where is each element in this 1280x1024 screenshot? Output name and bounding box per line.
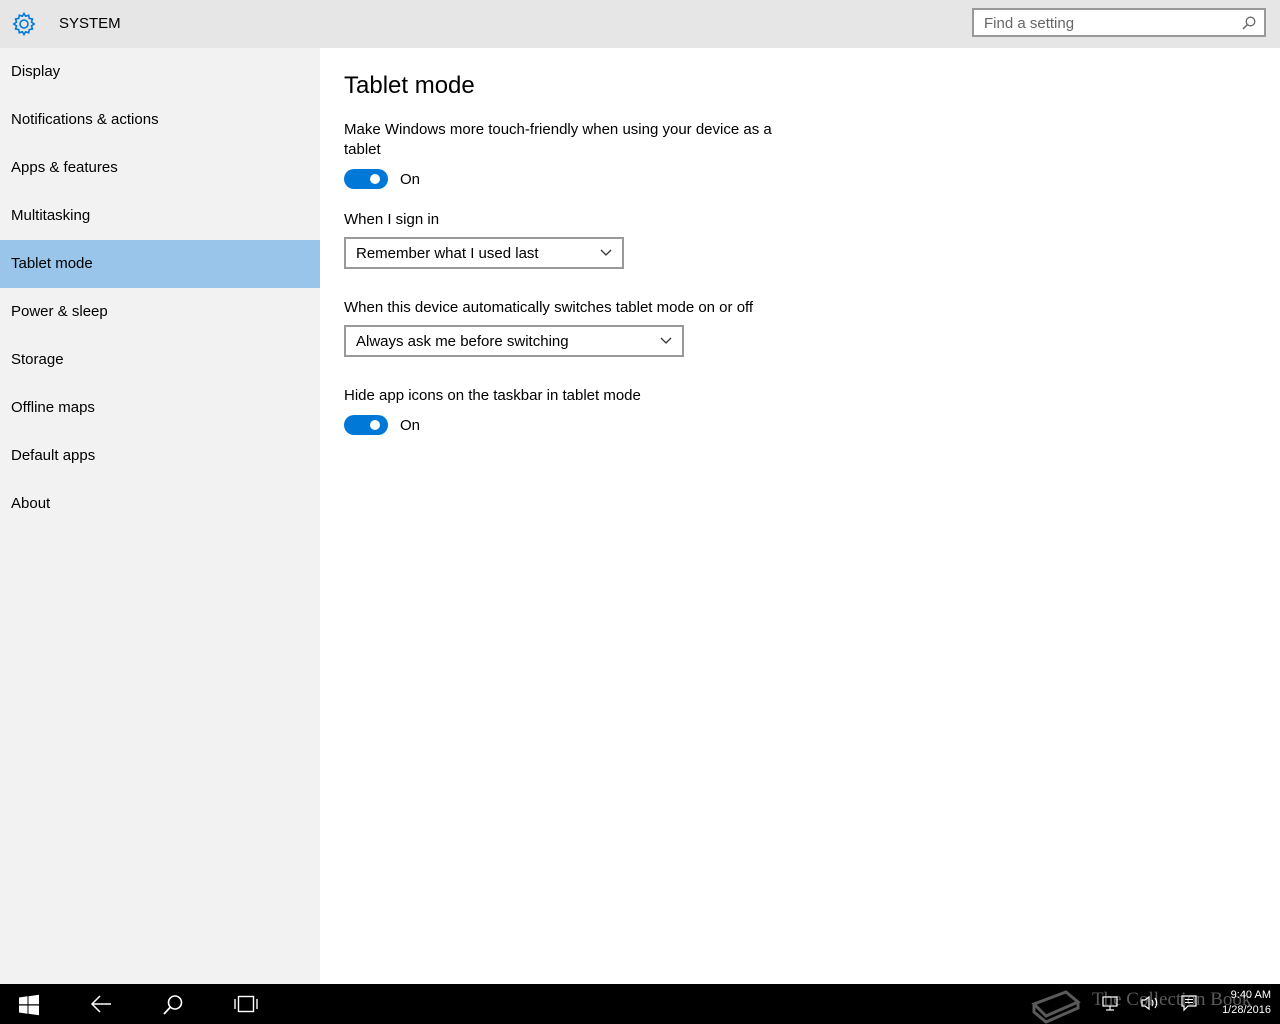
sign-in-dropdown[interactable]: Remember what I used last [344, 237, 624, 269]
main-content: Tablet mode Make Windows more touch-frie… [320, 48, 1280, 984]
app-title: SYSTEM [59, 15, 121, 32]
sidebar-item-power-sleep[interactable]: Power & sleep [0, 288, 320, 336]
clock[interactable]: 9:40 AM 1/28/2016 [1222, 988, 1271, 1018]
auto-switch-value: Always ask me before switching [356, 333, 569, 350]
gear-icon [12, 11, 36, 37]
sidebar-item-tablet-mode[interactable]: Tablet mode [0, 240, 320, 288]
hide-icons-toggle[interactable] [344, 415, 388, 435]
sidebar-item-offline-maps[interactable]: Offline maps [0, 384, 320, 432]
touch-friendly-toggle[interactable] [344, 169, 388, 189]
action-center-icon[interactable] [1180, 994, 1198, 1012]
sidebar-item-apps-features[interactable]: Apps & features [0, 144, 320, 192]
auto-switch-label: When this device automatically switches … [344, 299, 754, 316]
sidebar-item-default-apps[interactable]: Default apps [0, 432, 320, 480]
sign-in-label: When I sign in [344, 211, 440, 228]
title-bar: SYSTEM [0, 0, 1280, 48]
windows-logo-icon [19, 994, 39, 1016]
chevron-down-icon [600, 249, 612, 256]
search-input[interactable] [984, 15, 1234, 32]
hide-icons-label: Hide app icons on the taskbar in tablet … [344, 387, 641, 404]
network-icon[interactable] [1101, 994, 1119, 1012]
page-title: Tablet mode [344, 72, 475, 99]
toggle-knob [370, 420, 380, 430]
sidebar-item-notifications[interactable]: Notifications & actions [0, 96, 320, 144]
touch-friendly-label-line2: tablet [344, 141, 381, 158]
hide-icons-state: On [400, 417, 421, 434]
toggle-knob [370, 174, 380, 184]
taskbar: The Collection Book 9:40 AM 1/28/2016 [0, 984, 1280, 1024]
sidebar-item-storage[interactable]: Storage [0, 336, 320, 384]
book-logo-icon [1031, 990, 1081, 1024]
start-button[interactable] [4, 984, 52, 1024]
sidebar-item-display[interactable]: Display [0, 48, 320, 96]
clock-date: 1/28/2016 [1222, 1004, 1271, 1016]
task-view-icon [234, 995, 258, 1013]
sign-in-value: Remember what I used last [356, 245, 539, 262]
clock-time: 9:40 AM [1230, 989, 1271, 1001]
sidebar-item-multitasking[interactable]: Multitasking [0, 192, 320, 240]
search-icon[interactable] [1242, 16, 1256, 30]
sidebar: Display Notifications & actions Apps & f… [0, 48, 320, 984]
auto-switch-dropdown[interactable]: Always ask me before switching [344, 325, 684, 357]
sidebar-item-about[interactable]: About [0, 480, 320, 528]
touch-friendly-state: On [400, 171, 421, 188]
search-taskbar-button[interactable] [148, 984, 196, 1024]
search-box[interactable] [972, 8, 1266, 37]
chevron-down-icon [660, 337, 672, 344]
back-arrow-icon [90, 995, 111, 1013]
task-view-button[interactable] [220, 984, 268, 1024]
search-icon [163, 995, 183, 1015]
touch-friendly-label-line1: Make Windows more touch-friendly when us… [344, 121, 772, 138]
volume-icon[interactable] [1140, 994, 1160, 1012]
back-button[interactable] [76, 984, 124, 1024]
